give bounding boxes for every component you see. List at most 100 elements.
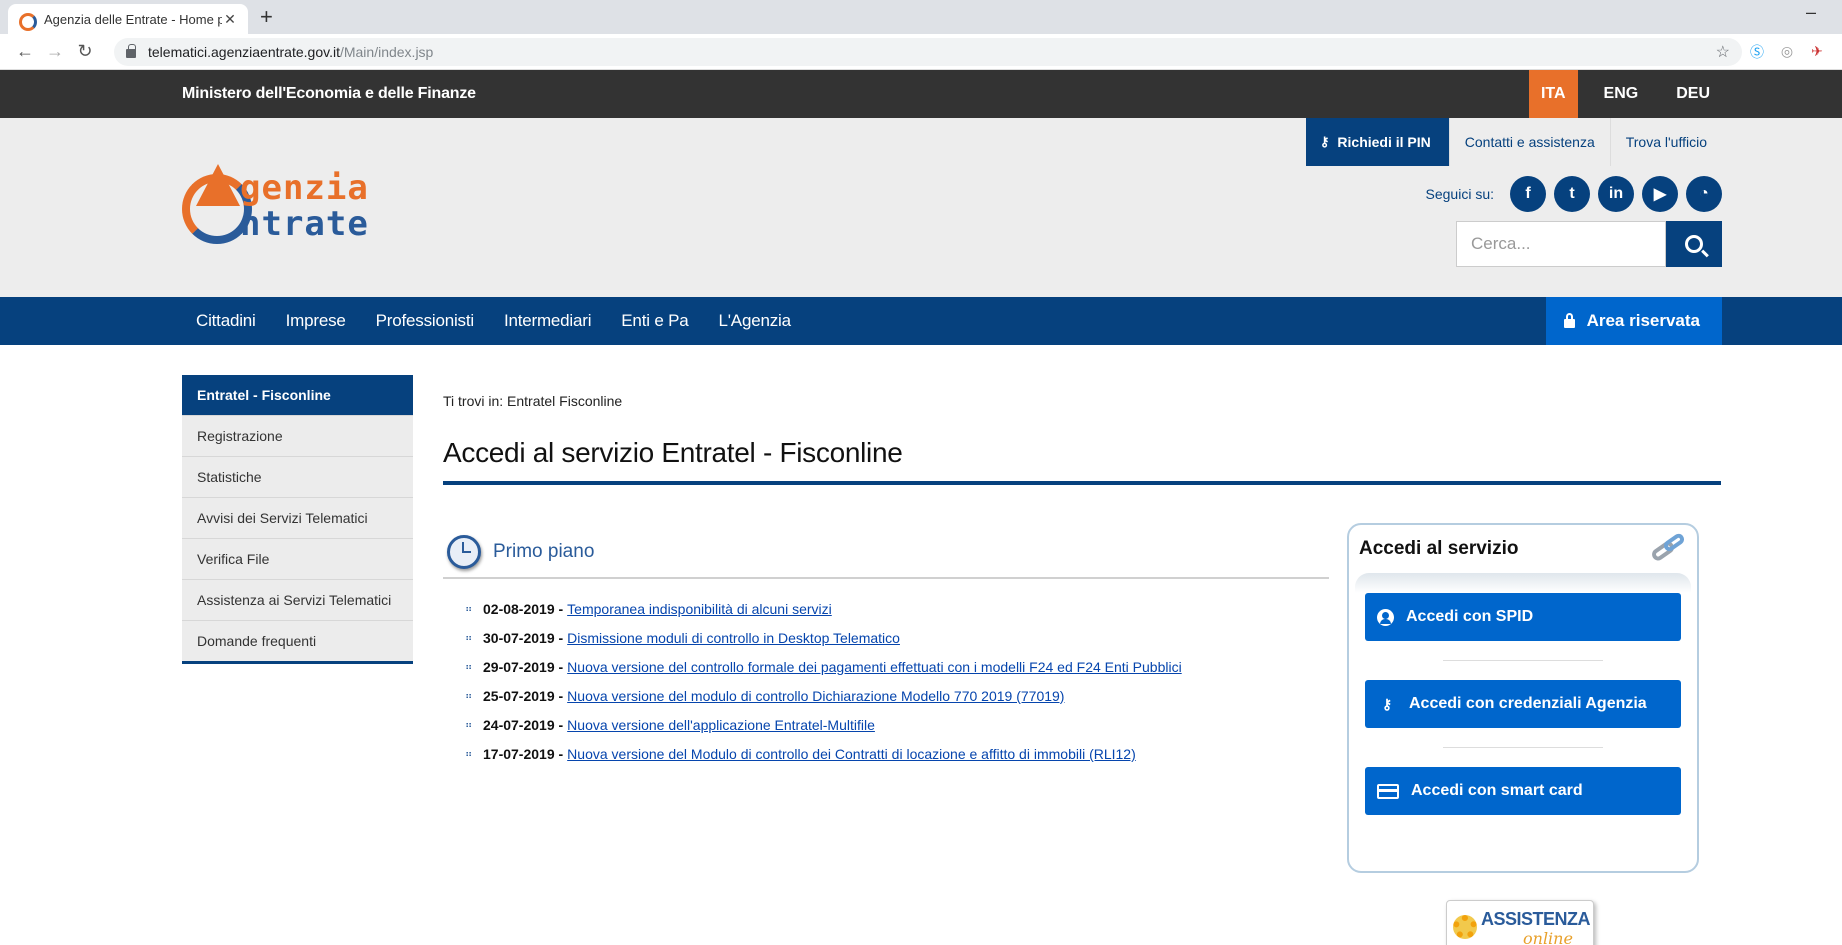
rss-icon[interactable]: ◔ [1686,176,1722,212]
reserved-area-button[interactable]: Area riservata [1545,297,1722,345]
nav-item-intermediari[interactable]: Intermediari [504,311,592,331]
logo-word-agenzia: genzia [240,168,369,208]
bullet-icon: ⠶ [465,691,473,702]
contact-link[interactable]: Contatti e assistenza [1448,118,1610,166]
smartcard-login-button[interactable]: Accedi con smart card [1365,767,1681,815]
list-item: ⠶ 25-07-2019 - Nuova versione del modulo d… [465,682,1329,711]
sidebar-item-faq[interactable]: Domande frequenti [182,620,413,661]
reload-icon[interactable]: ↻ [70,41,100,62]
linkedin-icon[interactable]: in [1598,176,1634,212]
smartcard-login-label: Accedi con smart card [1411,782,1583,799]
sidebar-item-verifica-file[interactable]: Verifica File [182,538,413,579]
sidebar-menu: Entratel - Fisconline Registrazione Stat… [182,375,413,664]
divider [1443,660,1603,661]
news-link[interactable]: Nuova versione del controllo formale dei… [567,653,1182,682]
tab-close-icon[interactable]: ✕ [222,11,238,28]
new-tab-icon[interactable]: + [260,4,273,30]
sidebar-item-statistiche[interactable]: Statistiche [182,456,413,497]
list-item: ⠶ 17-07-2019 - Nuova versione del Modulo d… [465,740,1329,769]
pdf-extension-icon[interactable]: ✈ [1802,43,1832,60]
access-panel: Accedi al servizio Accedi con SPID ⚷ Acc… [1347,523,1699,873]
credentials-login-label: Accedi con credenziali Agenzia [1409,695,1647,712]
list-item: ⠶ 02-08-2019 - Temporanea indisponibilità … [465,595,1329,624]
news-date: 17-07-2019 - [483,746,564,762]
list-item: ⠶ 30-07-2019 - Dismissione moduli di contr… [465,624,1329,653]
back-icon[interactable]: ← [10,41,40,62]
key-icon: ⚷ [1381,695,1393,712]
news-link[interactable]: Nuova versione del modulo di controllo D… [567,682,1064,711]
news-link[interactable]: Dismissione moduli di controllo in Deskt… [567,624,900,653]
news-link[interactable]: Nuova versione dell'applicazione Entrate… [567,711,875,740]
bullet-icon: ⠶ [465,662,473,673]
language-switcher: ITA ENG DEU [1528,70,1722,118]
sidebar-item-registrazione[interactable]: Registrazione [182,415,413,456]
ministry-name[interactable]: Ministero dell'Economia e delle Finanze [182,85,476,103]
skype-extension-icon[interactable]: Ⓢ [1742,42,1772,62]
nav-item-cittadini[interactable]: Cittadini [196,311,256,331]
logo-word-entrate: ntrate [240,204,369,244]
bullet-icon: ⠶ [465,633,473,644]
lang-ita[interactable]: ITA [1528,70,1578,118]
nav-item-agenzia[interactable]: L'Agenzia [719,311,792,331]
follow-label: Seguici su: [1425,186,1494,202]
twitter-icon[interactable]: t [1554,176,1590,212]
bullet-icon: ⠶ [465,604,473,615]
request-pin-label: Richiedi il PIN [1337,134,1431,150]
facebook-icon[interactable]: f [1510,176,1546,212]
main-navigation: Cittadini Imprese Professionisti Interme… [0,297,1842,345]
forward-icon[interactable]: → [40,41,70,62]
news-date: 29-07-2019 - [483,659,564,675]
news-link[interactable]: Nuova versione del Modulo di controllo d… [567,740,1136,769]
url-field[interactable]: telematici.agenziaentrate.gov.it/Main/in… [114,37,1742,66]
browser-tab[interactable]: Agenzia delle Entrate - Home pa ✕ [8,4,248,34]
youtube-icon[interactable]: ▶ [1642,176,1678,212]
news-link[interactable]: Temporanea indisponibilità di alcuni ser… [567,595,832,624]
find-office-link[interactable]: Trova l'ufficio [1609,118,1722,166]
nav-item-professionisti[interactable]: Professionisti [376,311,474,331]
spid-login-label: Accedi con SPID [1406,608,1534,625]
primo-piano-section: Primo piano ⠶ 02-08-2019 - Temporanea indi… [443,535,1329,769]
site-favicon-icon [18,11,37,31]
lang-deu[interactable]: DEU [1664,70,1722,118]
tab-title: Agenzia delle Entrate - Home pa [44,11,222,27]
key-icon: ⚷ [1319,134,1330,149]
access-panel-header: Accedi al servizio [1349,525,1697,573]
clock-icon [447,535,481,569]
assistenza-online-banner[interactable]: ASSISTENZA online [1446,900,1594,945]
news-date: 02-08-2019 - [483,601,564,617]
url-host: telematici.agenziaentrate.gov.it [148,43,340,60]
search-button[interactable] [1666,221,1722,267]
chain-link-icon [1647,531,1687,569]
assistenza-word: ASSISTENZA [1481,909,1591,929]
sidebar-header[interactable]: Entratel - Fisconline [182,375,413,415]
search-input[interactable] [1456,221,1666,267]
ministry-bar: Ministero dell'Economia e delle Finanze … [0,70,1842,118]
title-divider [443,481,1721,485]
window-minimize-icon[interactable]: – [1806,2,1816,23]
user-icon [1377,608,1394,626]
credentials-login-button[interactable]: ⚷ Accedi con credenziali Agenzia [1365,680,1681,728]
bookmark-star-icon[interactable]: ☆ [1716,42,1730,62]
breadcrumb: Ti trovi in: Entratel Fisconline [443,393,623,409]
page-content: Entratel - Fisconline Registrazione Stat… [0,345,1842,945]
extension-icon[interactable]: ◎ [1772,43,1802,60]
utility-links: ⚷ Richiedi il PIN Contatti e assistenza … [1305,118,1722,166]
nav-item-imprese[interactable]: Imprese [286,311,346,331]
sidebar-item-avvisi[interactable]: Avvisi dei Servizi Telematici [182,497,413,538]
sidebar-item-assistenza[interactable]: Assistenza ai Servizi Telematici [182,579,413,620]
online-word: online [1523,929,1573,945]
browser-tabbar: Agenzia delle Entrate - Home pa ✕ + – [0,0,1842,34]
news-date: 24-07-2019 - [483,717,564,733]
gear-icon [1453,915,1477,939]
news-date: 25-07-2019 - [483,688,564,704]
lock-icon [126,44,136,58]
request-pin-button[interactable]: ⚷ Richiedi il PIN [1305,118,1449,166]
news-list: ⠶ 02-08-2019 - Temporanea indisponibilità … [443,595,1329,769]
primo-piano-title: Primo piano [493,541,595,562]
spid-login-button[interactable]: Accedi con SPID [1365,593,1681,641]
nav-item-enti-pa[interactable]: Enti e Pa [621,311,688,331]
credit-card-icon [1377,783,1399,799]
list-item: ⠶ 24-07-2019 - Nuova versione dell'applica… [465,711,1329,740]
agenzia-entrate-logo[interactable]: genzia ntrate [182,164,442,244]
lang-eng[interactable]: ENG [1592,70,1651,118]
